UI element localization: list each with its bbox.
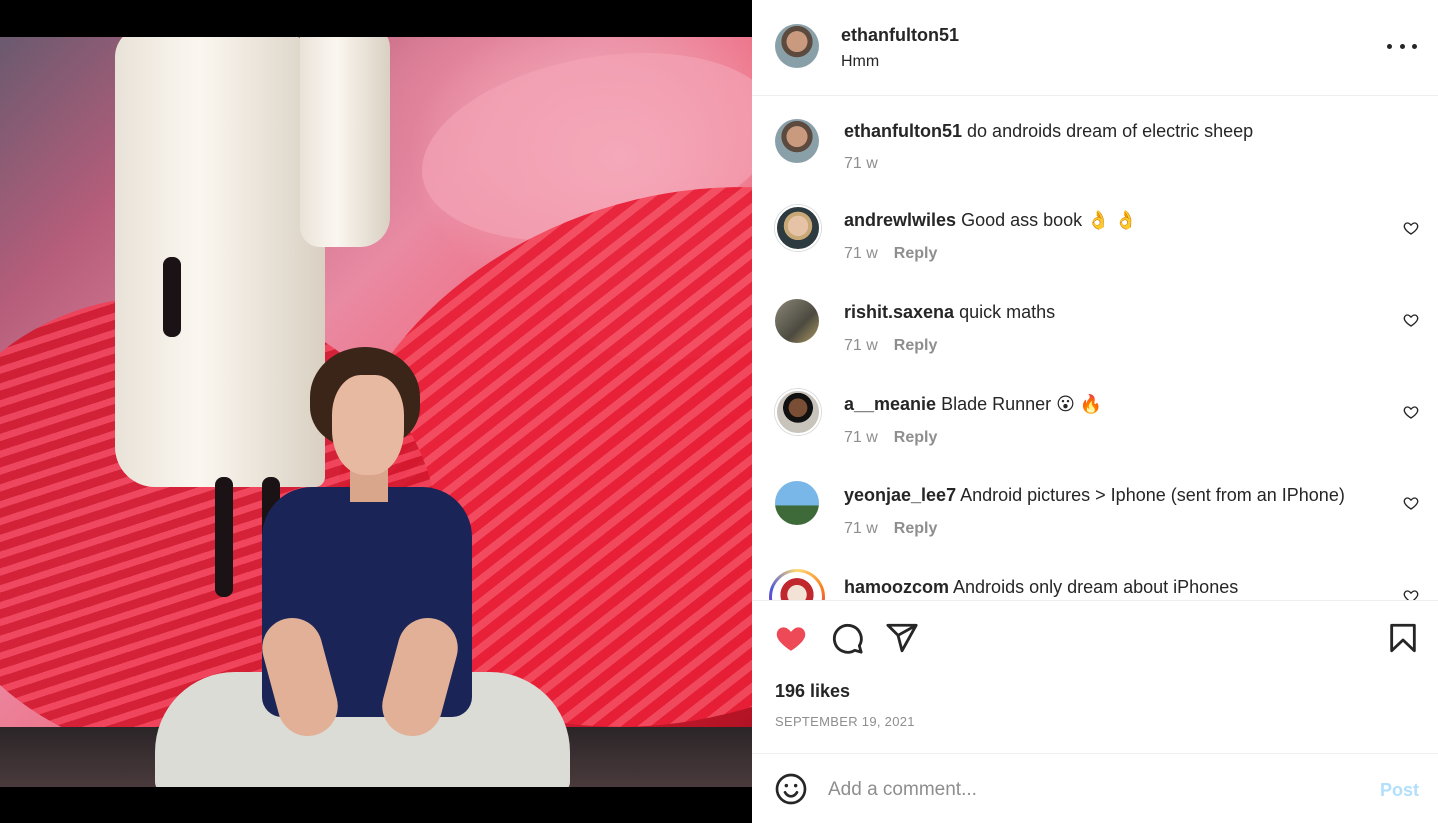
mural-leg xyxy=(163,257,181,337)
person-face xyxy=(332,375,404,475)
comment-text: yeonjae_lee7 Android pictures > Iphone (… xyxy=(844,485,1345,506)
avatar[interactable] xyxy=(775,24,819,68)
post-side-panel: ethanfulton51 Hmm ethanfulton51 do andro… xyxy=(752,0,1438,823)
like-comment-icon[interactable] xyxy=(1403,404,1419,420)
post-subtitle: Hmm xyxy=(841,53,880,70)
comment-username[interactable]: a__meanie xyxy=(844,394,936,414)
comment-body: Androids only dream about iPhones xyxy=(953,577,1239,597)
timestamp[interactable]: 71 w xyxy=(844,429,878,447)
comment-meta: 71 w Reply xyxy=(844,245,937,263)
avatar[interactable] xyxy=(775,205,821,251)
comment-body: Good ass book 👌 👌 xyxy=(961,210,1137,230)
mural-robe-figure xyxy=(115,37,325,487)
comment-username[interactable]: rishit.saxena xyxy=(844,302,954,322)
likes-count[interactable]: 196 likes xyxy=(775,681,850,702)
comment-meta: 71 w Reply xyxy=(844,429,937,447)
post-button[interactable]: Post xyxy=(1380,780,1419,801)
comment-username[interactable]: hamoozcom xyxy=(844,577,949,597)
post-actions: 196 likes SEPTEMBER 19, 2021 xyxy=(752,600,1438,754)
timestamp[interactable]: 71 w xyxy=(844,337,878,355)
share-icon[interactable] xyxy=(885,621,919,655)
like-comment-icon[interactable] xyxy=(1403,588,1419,600)
comment-icon[interactable] xyxy=(830,621,864,655)
comment-body: Blade Runner 😮 🔥 xyxy=(941,394,1103,414)
emoji-icon[interactable] xyxy=(775,773,807,805)
comment-username[interactable]: andrewlwiles xyxy=(844,210,956,230)
post-username[interactable]: ethanfulton51 xyxy=(841,25,959,46)
comment-body: Android pictures > Iphone (sent from an … xyxy=(960,485,1345,505)
post-photo xyxy=(0,37,752,787)
mural-leg xyxy=(215,477,233,597)
comment-meta: 71 w Reply xyxy=(844,520,937,538)
like-comment-icon[interactable] xyxy=(1403,495,1419,511)
comments-list[interactable]: ethanfulton51 do androids dream of elect… xyxy=(752,97,1438,600)
bookmark-icon[interactable] xyxy=(1386,621,1420,655)
comment-text: hamoozcom Androids only dream about iPho… xyxy=(844,577,1238,598)
caption-meta: 71 w xyxy=(844,155,878,173)
timestamp[interactable]: 71 w xyxy=(844,520,878,538)
comment-composer: Post xyxy=(752,755,1438,823)
reply-button[interactable]: Reply xyxy=(894,429,938,447)
avatar[interactable] xyxy=(775,389,821,435)
comment-body: quick maths xyxy=(959,302,1056,322)
comment-text: a__meanie Blade Runner 😮 🔥 xyxy=(844,394,1102,415)
reply-button[interactable]: Reply xyxy=(894,520,938,538)
post-media[interactable] xyxy=(0,0,752,823)
comment-text: rishit.saxena quick maths xyxy=(844,302,1055,323)
mural-robe-figure xyxy=(300,37,390,247)
comment-input[interactable] xyxy=(828,775,1348,805)
caption-text: ethanfulton51 do androids dream of elect… xyxy=(844,121,1253,142)
comment-meta: 71 w Reply xyxy=(844,337,937,355)
like-comment-icon[interactable] xyxy=(1403,220,1419,236)
like-filled-icon[interactable] xyxy=(774,621,808,655)
like-comment-icon[interactable] xyxy=(1403,312,1419,328)
timestamp[interactable]: 71 w xyxy=(844,155,878,173)
caption-username[interactable]: ethanfulton51 xyxy=(844,121,962,141)
avatar[interactable] xyxy=(775,481,819,525)
comment-username[interactable]: yeonjae_lee7 xyxy=(844,485,956,505)
caption-body: do androids dream of electric sheep xyxy=(967,121,1254,141)
timestamp[interactable]: 71 w xyxy=(844,245,878,263)
reply-button[interactable]: Reply xyxy=(894,337,938,355)
more-options-icon[interactable] xyxy=(1387,34,1417,58)
avatar[interactable] xyxy=(775,299,819,343)
comment-text: andrewlwiles Good ass book 👌 👌 xyxy=(844,210,1137,231)
post-header: ethanfulton51 Hmm xyxy=(752,0,1438,96)
post-date: SEPTEMBER 19, 2021 xyxy=(775,714,915,729)
reply-button[interactable]: Reply xyxy=(894,245,938,263)
avatar[interactable] xyxy=(775,119,819,163)
avatar[interactable] xyxy=(769,569,825,600)
